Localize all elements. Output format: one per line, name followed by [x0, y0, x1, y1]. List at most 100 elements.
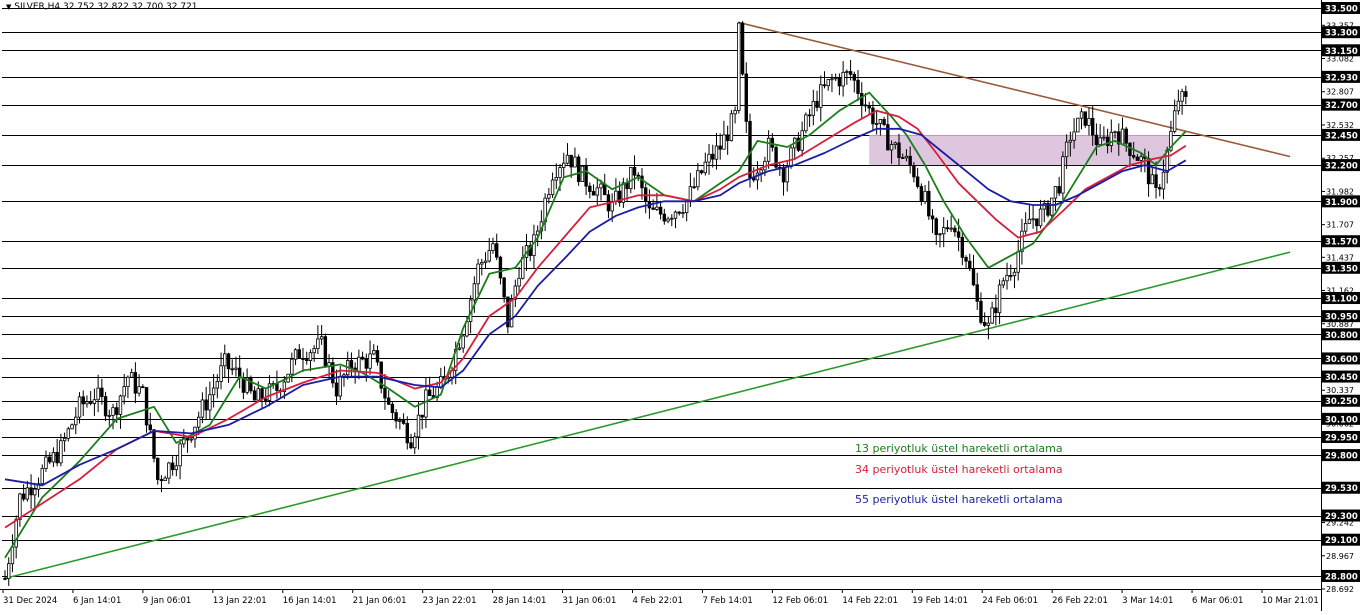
- time-tick-label: 31 Jan 06:01: [563, 596, 617, 606]
- candle-body: [733, 110, 737, 115]
- candle-body: [1091, 118, 1095, 136]
- candle-body: [223, 353, 227, 367]
- level-label: 29.950: [1325, 433, 1358, 443]
- triangle-down-icon[interactable]: ▼: [6, 3, 11, 11]
- candle-body: [636, 174, 640, 177]
- candle-body: [692, 186, 696, 189]
- candle-body: [599, 183, 603, 189]
- candle-body: [420, 414, 424, 418]
- time-tick-label: 19 Feb 14:01: [912, 596, 968, 606]
- candle-body: [1109, 131, 1114, 146]
- candle-body: [74, 416, 78, 426]
- candle-body: [398, 419, 402, 422]
- candle-body: [427, 389, 432, 396]
- candle-body: [971, 268, 976, 286]
- level-label: 31.350: [1325, 264, 1358, 274]
- candle-body: [100, 387, 104, 397]
- candle-body: [912, 165, 916, 178]
- candle-body: [413, 436, 417, 449]
- candle-body: [722, 134, 726, 150]
- candle-body: [1102, 136, 1106, 139]
- candle-body: [1172, 110, 1177, 132]
- candle-body: [860, 93, 864, 106]
- candle-body: [904, 155, 909, 159]
- level-label: 29.100: [1325, 536, 1358, 546]
- candle-body: [871, 107, 875, 125]
- candle-body: [1064, 141, 1069, 158]
- candle-body: [334, 382, 339, 397]
- candle-body: [480, 262, 484, 265]
- candle-body: [923, 190, 927, 202]
- candle-body: [595, 187, 599, 196]
- candle-body: [483, 260, 488, 263]
- candle-body: [882, 119, 886, 125]
- candle-body: [982, 321, 987, 326]
- candle-body: [949, 227, 953, 230]
- candle-body: [170, 462, 175, 471]
- candle-body: [148, 424, 152, 431]
- candle-body: [994, 307, 998, 314]
- candle-body: [718, 145, 722, 150]
- candle-body: [1001, 280, 1005, 286]
- candle-body: [401, 419, 406, 424]
- candle-body: [1038, 208, 1043, 227]
- candle-body: [889, 144, 894, 151]
- candle-body: [703, 161, 707, 174]
- candle-body: [897, 142, 901, 158]
- candle-body: [729, 113, 734, 142]
- symbol-header[interactable]: ▼ SILVER,H4 32.752 32.822 32.700 32.721: [6, 2, 198, 12]
- candle-body: [655, 206, 659, 210]
- candle-body: [1135, 156, 1140, 161]
- time-tick-label: 31 Dec 2024: [3, 596, 57, 606]
- candle-body: [491, 243, 495, 251]
- candle-body: [1184, 91, 1188, 97]
- candle-body: [833, 77, 838, 80]
- candle-body: [70, 424, 74, 430]
- level-label: 28.800: [1325, 572, 1358, 582]
- candle-body: [1128, 142, 1132, 156]
- chart-canvas[interactable]: 33.50033.35733.08232.80732.53232.25731.9…: [0, 0, 1362, 611]
- candle-body: [822, 84, 827, 87]
- candle-body: [141, 386, 145, 389]
- candle-body: [18, 493, 22, 520]
- candle-body: [569, 154, 573, 168]
- time-tick-label: 6 Mar 06:01: [1192, 596, 1243, 606]
- candle-body: [1027, 218, 1032, 224]
- level-label: 30.800: [1325, 331, 1358, 341]
- candle-body: [1005, 275, 1009, 282]
- candle-body: [111, 407, 115, 416]
- candle-body: [118, 395, 123, 415]
- candle-body: [934, 218, 938, 235]
- candle-body: [677, 211, 681, 214]
- candle-body: [349, 360, 354, 369]
- candle-body: [629, 166, 633, 190]
- candle-body: [1176, 100, 1181, 112]
- candle-body: [167, 462, 171, 479]
- candle-body: [92, 399, 97, 404]
- candle-body: [807, 114, 812, 117]
- candle-body: [1113, 131, 1117, 134]
- candle-body: [88, 401, 93, 404]
- candle-body: [215, 381, 220, 389]
- candle-body: [156, 457, 160, 480]
- candle-body: [837, 77, 842, 87]
- candle-body: [986, 322, 991, 326]
- candle-body: [115, 407, 119, 415]
- candle-body: [927, 190, 931, 217]
- candle-body: [7, 563, 11, 579]
- candle-body: [159, 479, 164, 482]
- candle-body: [189, 438, 193, 441]
- candle-body: [1053, 186, 1058, 199]
- candle-body: [707, 153, 711, 163]
- candle-body: [10, 546, 15, 565]
- symbol-ohlc: SILVER,H4 32.752 32.822 32.700 32.721: [14, 2, 198, 12]
- current-price-label: 32.700: [1325, 101, 1358, 111]
- level-label: 30.600: [1325, 355, 1358, 365]
- candle-body: [14, 519, 18, 548]
- candle-body: [632, 166, 637, 176]
- candle-body: [573, 156, 577, 168]
- candle-body: [308, 352, 313, 362]
- price-chart[interactable]: 33.50033.35733.08232.80732.53232.25731.9…: [0, 0, 1362, 611]
- candle-body: [81, 396, 85, 405]
- price-tick-label: 30.337: [1326, 386, 1354, 395]
